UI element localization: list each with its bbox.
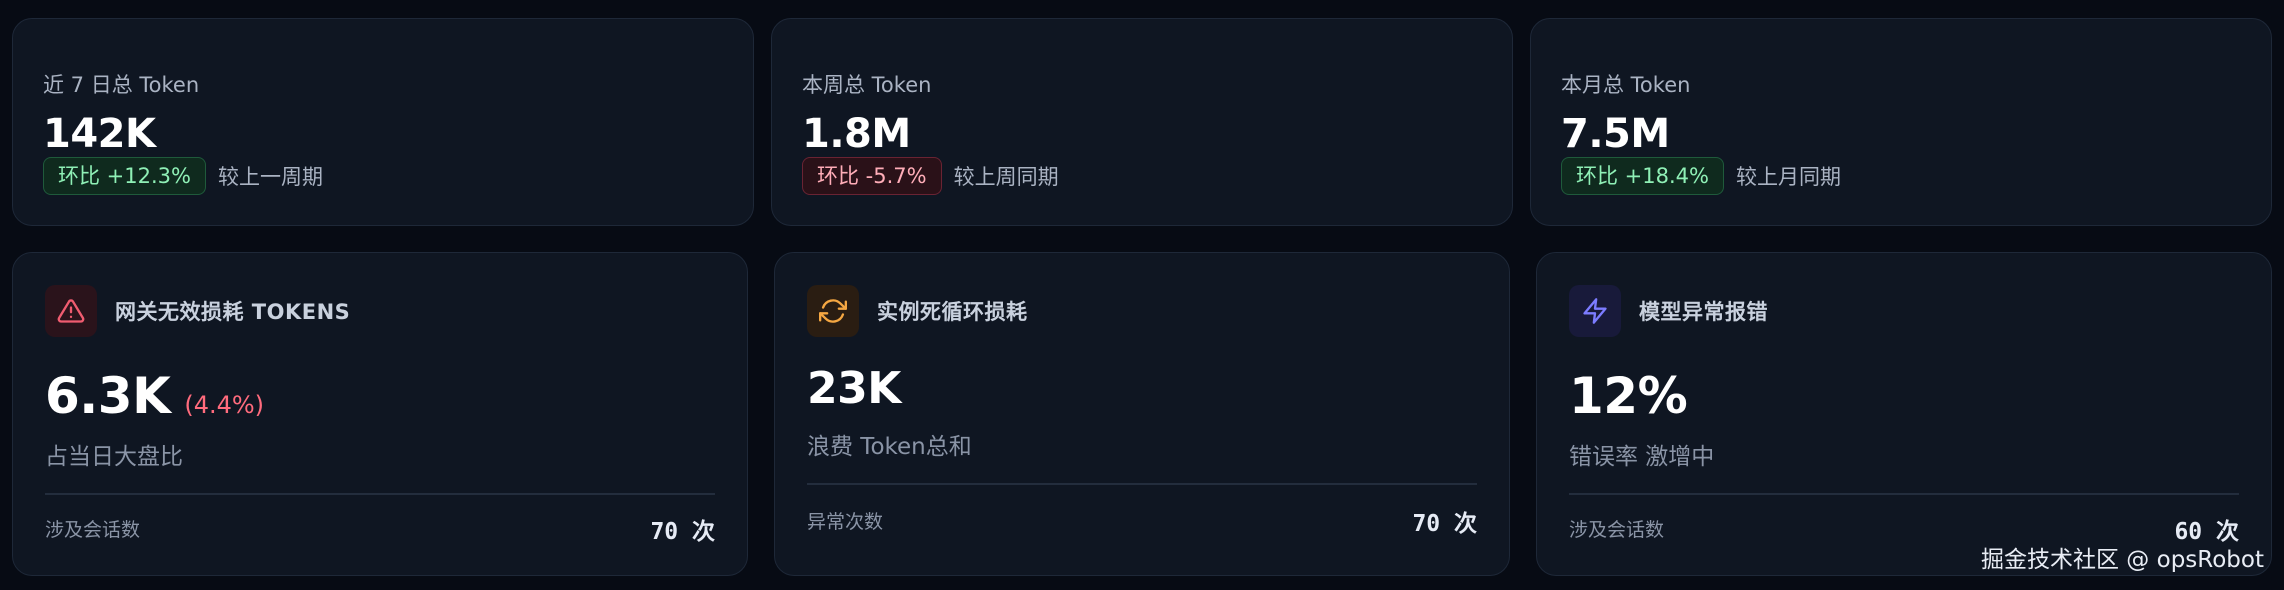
footer-label: 异常次数 (807, 511, 884, 533)
metric-header: 模型异常报错 (1569, 285, 1768, 337)
delta-row: 环比 +18.4% 较上月同期 (1561, 157, 1841, 195)
delta-badge: 环比 +18.4% (1561, 157, 1724, 195)
metric-header: 实例死循环损耗 (807, 285, 1028, 337)
metric-value-row: 23K (807, 363, 901, 414)
summary-card-7day: 近 7 日总 Token 142K 环比 +12.3% 较上一周期 (12, 18, 754, 226)
metric-value: 23K (807, 363, 901, 414)
delta-row: 环比 -5.7% 较上周同期 (802, 157, 1059, 195)
metric-value: 12% (1569, 367, 1688, 425)
lightning-bolt-icon (1569, 285, 1621, 337)
divider (1569, 493, 2239, 495)
card-title: 本月总 Token (1561, 73, 1691, 97)
metric-header: 网关无效损耗 TOKENS (45, 285, 350, 337)
metric-title: 实例死循环损耗 (877, 300, 1028, 324)
delta-note: 较上一周期 (217, 165, 323, 189)
footer-value: 70 次 (1412, 511, 1477, 537)
dashboard: 近 7 日总 Token 142K 环比 +12.3% 较上一周期 本周总 To… (0, 0, 2284, 590)
delta-note: 较上月同期 (1735, 165, 1841, 189)
delta-note: 较上周同期 (953, 165, 1059, 189)
refresh-cycle-icon (807, 285, 859, 337)
card-value: 142K (43, 111, 156, 157)
metric-percentage: (4.4%) (184, 391, 265, 419)
delta-row: 环比 +12.3% 较上一周期 (43, 157, 323, 195)
card-value: 1.8M (802, 111, 911, 157)
metric-card-gateway-loss: 网关无效损耗 TOKENS 6.3K (4.4%) 占当日大盘比 涉及会话数 7… (12, 252, 748, 576)
summary-card-week: 本周总 Token 1.8M 环比 -5.7% 较上周同期 (771, 18, 1513, 226)
card-title: 本周总 Token (802, 73, 932, 97)
footer-label: 涉及会话数 (45, 519, 141, 541)
metric-subtitle: 占当日大盘比 (45, 444, 183, 470)
card-title: 近 7 日总 Token (43, 73, 200, 97)
summary-card-month: 本月总 Token 7.5M 环比 +18.4% 较上月同期 (1530, 18, 2272, 226)
footer-value: 70 次 (650, 519, 715, 545)
divider (45, 493, 715, 495)
delta-badge: 环比 +12.3% (43, 157, 206, 195)
metric-value-row: 6.3K (4.4%) (45, 367, 264, 425)
metric-card-model-errors: 模型异常报错 12% 错误率 激增中 涉及会话数 60 次 (1536, 252, 2272, 576)
metric-title: 网关无效损耗 TOKENS (115, 300, 351, 324)
metric-card-infinite-loop: 实例死循环损耗 23K 浪费 Token总和 异常次数 70 次 (774, 252, 1510, 576)
metric-title: 模型异常报错 (1639, 300, 1768, 324)
metric-subtitle: 浪费 Token总和 (807, 434, 972, 460)
delta-badge: 环比 -5.7% (802, 157, 942, 195)
metric-value-row: 12% (1569, 367, 1688, 425)
divider (807, 483, 1477, 485)
footer-label: 涉及会话数 (1569, 519, 1665, 541)
watermark: 掘金技术社区 @ opsRobot (1981, 547, 2264, 573)
metric-value: 6.3K (45, 367, 171, 425)
card-value: 7.5M (1561, 111, 1670, 157)
metric-subtitle: 错误率 激增中 (1569, 444, 1715, 470)
warning-triangle-icon (45, 285, 97, 337)
